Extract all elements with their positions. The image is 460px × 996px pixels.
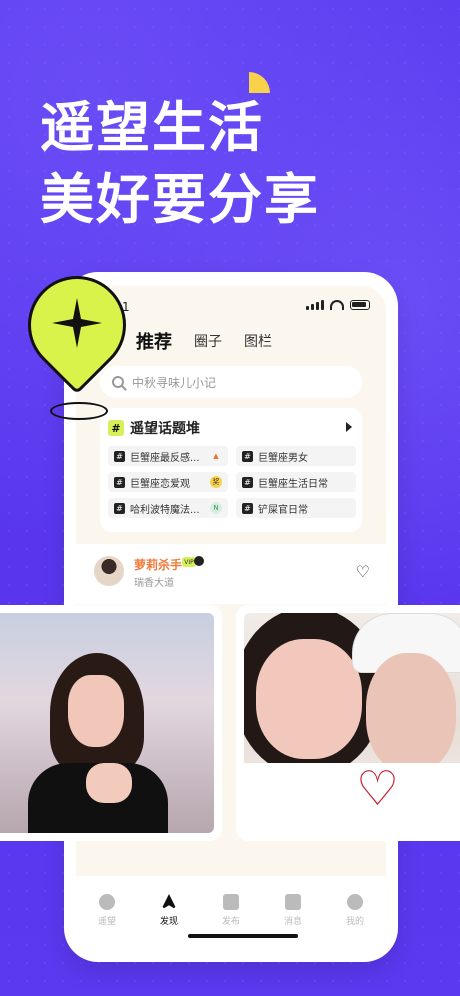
topic-chip[interactable]: # 巨蟹座生活日常 xyxy=(236,472,356,492)
nav-publish[interactable]: 发布 xyxy=(222,894,240,927)
search-placeholder: 中秋寻味儿小记 xyxy=(132,375,217,390)
topic-chip-label: 哈利波特魔法... xyxy=(130,504,200,516)
hashtag-icon: # xyxy=(242,476,253,488)
topic-chip-label: 巨蟹座恋爱观 xyxy=(130,478,190,490)
hashtag-icon: # xyxy=(114,450,125,462)
topic-chip-label: 巨蟹座男女 xyxy=(258,452,308,464)
nav-publish-label: 发布 xyxy=(221,917,240,927)
nav-home[interactable]: 遥望 xyxy=(98,894,116,927)
photo-face xyxy=(256,639,362,759)
photo-shirt xyxy=(244,763,460,833)
headline: 遥望生活 美好要分享 xyxy=(40,92,320,236)
photo-hand xyxy=(86,763,132,803)
wifi-icon xyxy=(330,300,344,310)
headline-line-2: 美好要分享 xyxy=(40,168,320,231)
topic-title: 遥望话题堆 xyxy=(130,421,200,437)
topic-chip[interactable]: # 铲屎官日常 xyxy=(236,498,356,518)
user-icon xyxy=(346,894,363,910)
topic-chip-label: 巨蟹座生活日常 xyxy=(258,478,328,490)
topic-chip[interactable]: # 巨蟹座男女 xyxy=(236,446,356,466)
avatar[interactable] xyxy=(94,556,124,586)
nav-messages-label: 消息 xyxy=(283,917,302,927)
hashtag-icon: # xyxy=(242,502,253,514)
username[interactable]: 萝莉杀手 xyxy=(134,556,182,573)
status-icons xyxy=(306,300,370,310)
topic-chips: # 巨蟹座最反感... ▲ # 巨蟹座男女 # 巨蟹座恋爱观 奖 # 巨蟹座生活日常 # 哈利… xyxy=(108,446,356,518)
topic-chip[interactable]: # 巨蟹座最反感... ▲ xyxy=(108,446,228,466)
tab-gallery[interactable]: 图栏 xyxy=(244,331,272,351)
nav-messages[interactable]: 消息 xyxy=(284,894,302,927)
location-text: 瑞香大道 xyxy=(134,578,174,589)
photo-image xyxy=(0,613,214,833)
search-bar[interactable]: 中秋寻味儿小记 xyxy=(100,366,362,398)
topic-chip-label: 铲屎官日常 xyxy=(258,504,308,516)
signal-icon xyxy=(306,300,324,310)
topic-chip[interactable]: # 哈利波特魔法... N xyxy=(108,498,228,518)
tab-recommend[interactable]: 推荐 xyxy=(132,328,172,354)
nav-profile-label: 我的 xyxy=(345,917,364,927)
battery-icon xyxy=(350,300,370,310)
nav-discover[interactable]: 发现 xyxy=(160,894,178,927)
fire-icon: ▲ xyxy=(213,452,219,460)
chevron-right-icon[interactable] xyxy=(346,422,352,432)
nav-profile[interactable]: 我的 xyxy=(346,894,364,927)
photo-card-right[interactable]: ♡ xyxy=(236,605,460,841)
topic-card: # 遥望话题堆 # 巨蟹座最反感... ▲ # 巨蟹座男女 # 巨蟹座恋爱观 奖 # 巨蟹座… xyxy=(100,408,362,532)
location-pin-icon xyxy=(7,255,147,420)
hashtag-icon: # xyxy=(242,450,253,462)
nav-discover-label: 发现 xyxy=(159,917,178,927)
headline-line-1: 遥望生活 xyxy=(40,96,264,159)
home-icon xyxy=(98,894,115,910)
publish-icon xyxy=(222,894,239,910)
photo-second-person xyxy=(366,653,456,773)
hashtag-icon: # xyxy=(114,502,125,514)
topic-header[interactable]: # 遥望话题堆 xyxy=(108,418,200,438)
new-badge: N xyxy=(210,502,222,514)
topic-chip[interactable]: # 巨蟹座恋爱观 奖 xyxy=(108,472,228,492)
heart-plus-icon[interactable]: ♡ xyxy=(356,562,370,581)
hashtag-icon: # xyxy=(108,420,124,436)
photo-face xyxy=(68,675,124,747)
heart-icon: ♡ xyxy=(356,761,400,817)
nav-home-label: 遥望 xyxy=(97,917,116,927)
hashtag-icon: # xyxy=(114,476,125,488)
pin-ring xyxy=(50,402,108,420)
home-indicator xyxy=(188,934,298,938)
prize-badge: 奖 xyxy=(210,476,222,488)
photo-image: ♡ xyxy=(244,613,460,833)
photo-card-left[interactable] xyxy=(0,605,222,841)
top-tabs: 推荐 圈子 图栏 xyxy=(132,328,272,354)
moon-icon xyxy=(194,556,204,566)
tab-circle[interactable]: 圈子 xyxy=(194,331,222,351)
message-icon xyxy=(284,894,301,910)
topic-chip-label: 巨蟹座最反感... xyxy=(130,452,200,464)
compass-icon xyxy=(160,894,177,910)
post-card[interactable]: 萝莉杀手 VIP 瑞香大道 ♡ xyxy=(76,544,386,604)
